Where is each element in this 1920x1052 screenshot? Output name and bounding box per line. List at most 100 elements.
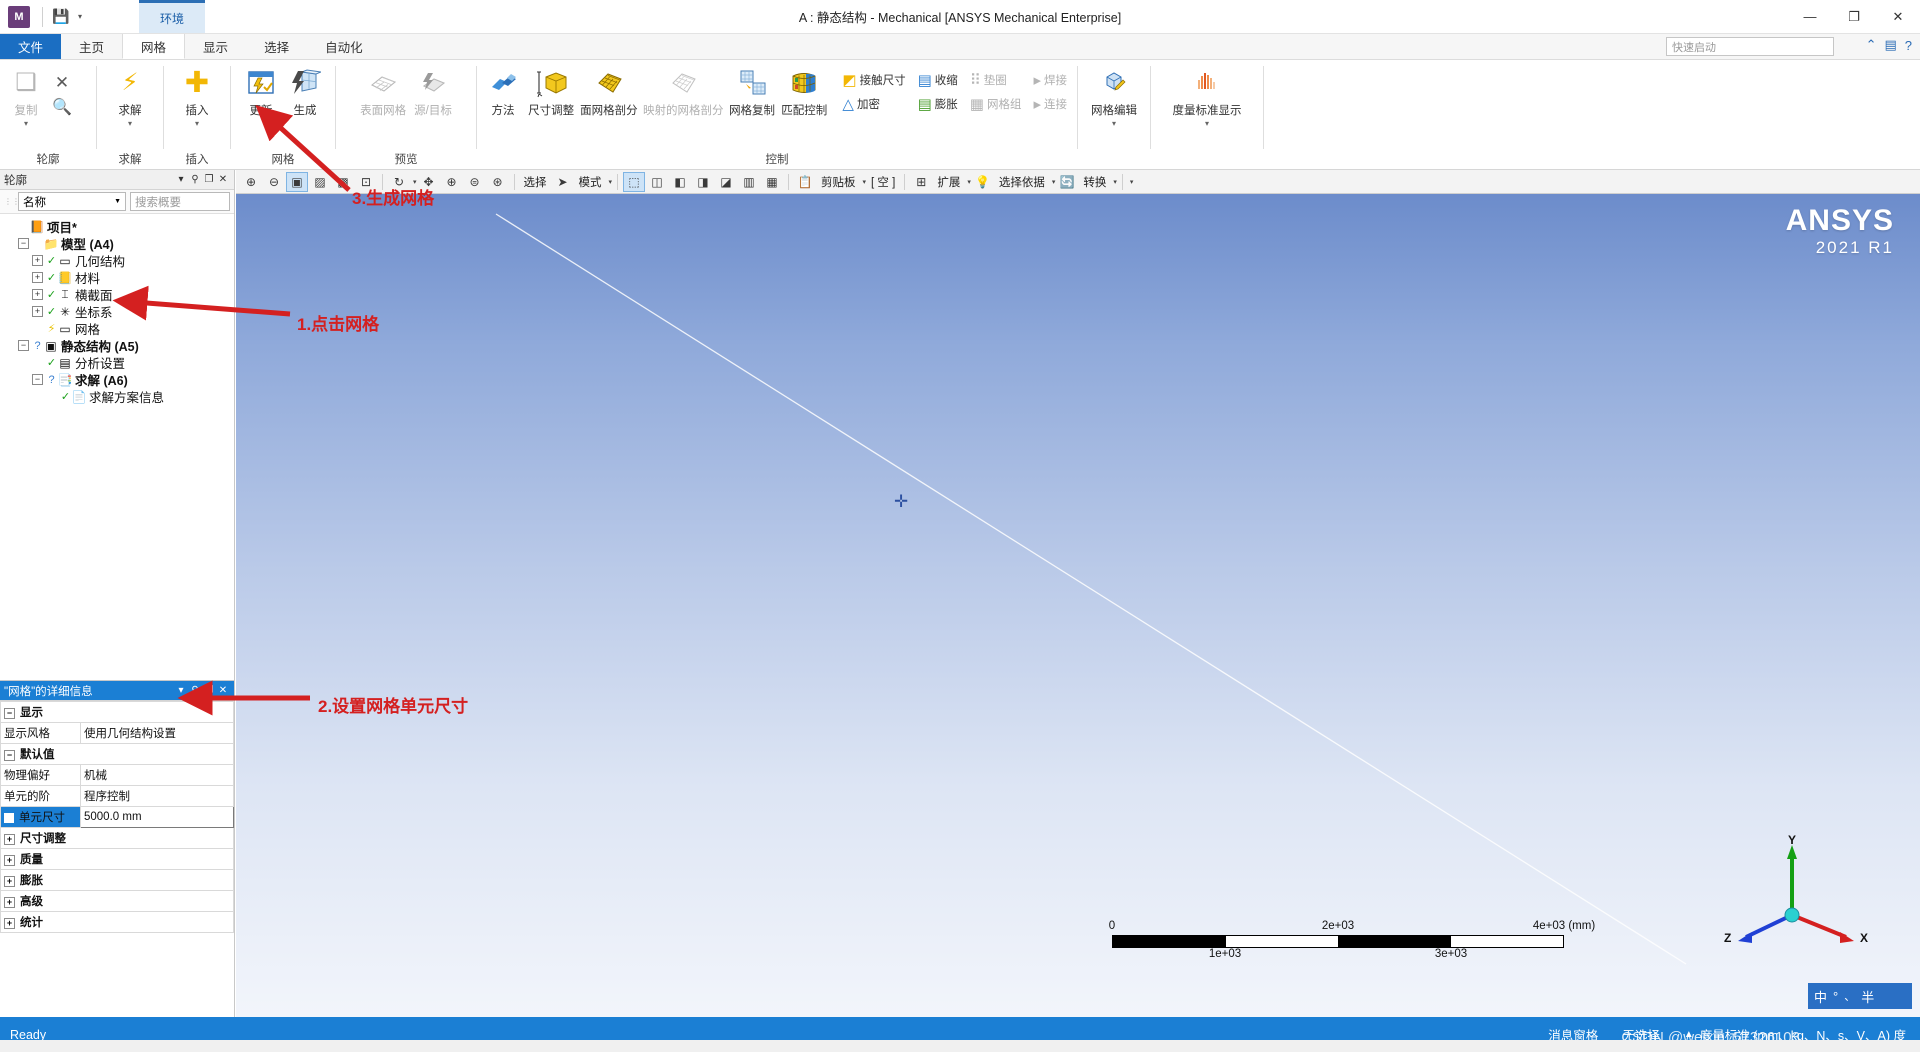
details-category[interactable]: + 统计 [0,911,234,933]
restore-icon[interactable]: ❐ [202,685,216,696]
tree-item[interactable]: ✓ ▤ 分析设置 [4,354,234,372]
tree-item[interactable]: − 📁 模型 (A4) [4,235,234,252]
inflation-button[interactable]: ▤ 膨胀 [912,92,964,116]
select-body-icon[interactable]: ◨ [692,172,714,192]
help-icon[interactable]: ? [1905,38,1912,53]
chevron-up-icon[interactable]: ⌃ [1866,37,1877,53]
solve-button[interactable]: ⚡ 求解 ▾ [108,64,152,129]
select-edge-icon[interactable]: ◫ [646,172,668,192]
face-meshing-button[interactable]: 面网格剖分 [577,64,640,118]
tree-expander-icon[interactable]: + [32,289,43,300]
select-element-icon[interactable]: ▥ [738,172,760,192]
generate-mesh-button[interactable]: 生成 [283,64,327,118]
tab-automation[interactable]: 自动化 [307,34,381,59]
select-by-label[interactable]: 选择依据 [995,174,1049,190]
pin-icon[interactable]: ⚲ [188,174,202,185]
details-row[interactable]: 物理偏好 机械 [0,764,234,786]
tree-item[interactable]: + ✓ ▭ 几何结构 [4,252,234,269]
orientation-degree-icon[interactable]: ° [1833,989,1838,1004]
details-row[interactable]: − 默认值 [0,743,234,765]
tab-display[interactable]: 显示 [185,34,246,59]
convert-icon[interactable]: 🔄 [1056,172,1078,192]
pin-icon[interactable]: ⚲ [188,685,202,696]
clipboard-label[interactable]: 剪贴板 [817,174,860,190]
axis-triad[interactable]: Y X Z [1724,833,1868,957]
outline-filter-select[interactable]: 名称 ▼ [18,192,126,211]
details-property-value[interactable]: 程序控制 [80,785,234,807]
mesh-edit-button[interactable]: 网格编辑 ▾ [1087,64,1141,128]
maximize-button[interactable]: ❐ [1832,0,1876,33]
dropdown-caret-icon[interactable]: ▾ [1112,119,1116,128]
sizing-button[interactable]: 尺寸调整 [525,64,577,118]
tree-expander-icon[interactable]: + [32,306,43,317]
details-category[interactable]: + 高级 [0,890,234,912]
metric-display-button[interactable]: 度量标准显示 ▾ [1169,64,1246,128]
pan-icon[interactable]: ▩ [332,172,354,192]
orientation-glyph-icon[interactable]: 中 [1814,987,1827,1006]
insert-button[interactable]: ✚ 插入 ▾ [175,64,219,128]
details-expander-icon[interactable]: + [4,834,15,845]
dropdown-caret-icon[interactable]: ▾ [128,119,132,128]
tab-home[interactable]: 主页 [61,34,122,59]
details-property-value[interactable]: 使用几何结构设置 [80,722,234,744]
refinement-button[interactable]: △ 加密 [836,92,911,116]
zoom-region-icon[interactable]: ⊛ [487,172,509,192]
details-expander-icon[interactable]: + [4,855,15,866]
box-zoom-icon[interactable]: ▣ [286,171,308,192]
save-icon[interactable]: 💾 [49,5,73,29]
quick-access-dropdown-icon[interactable]: ▾ [73,12,87,21]
details-checkbox[interactable] [4,812,14,823]
details-row[interactable]: 单元尺寸 5000.0 mm [0,806,234,828]
orientation-half-icon[interactable]: 半 [1861,987,1874,1006]
details-row[interactable]: − 显示 [0,701,234,723]
orientation-control[interactable]: 中 ° 、 半 [1808,983,1912,1009]
extend-icon[interactable]: ⊞ [910,172,932,192]
quick-launch-input[interactable]: 快速启动 [1666,37,1834,56]
tree-item[interactable]: 📙 项目* [4,218,234,236]
details-row[interactable]: 显示风格 使用几何结构设置 [0,722,234,744]
details-property-value[interactable]: 机械 [80,764,234,786]
close-icon[interactable]: ✕ [216,174,230,185]
tree-item[interactable]: −? 📑 求解 (A6) [4,371,234,388]
details-row[interactable]: + 统计 [0,911,234,933]
tree-item[interactable]: + ✓ ⌶ 横截面 [4,286,234,303]
details-category[interactable]: + 膨胀 [0,869,234,891]
clipboard-icon[interactable]: 📋 [794,172,816,192]
zoom-out-icon[interactable]: ⊖ [263,172,285,192]
tree-expander-icon[interactable]: − [18,340,29,351]
find-button[interactable]: 🔍 [48,94,76,120]
tab-mesh[interactable]: 网格 [122,34,186,59]
extend-label[interactable]: 扩展 [933,174,964,190]
convert-label[interactable]: 转换 [1079,174,1110,190]
tree-expander-icon[interactable]: − [18,238,29,249]
chevron-down-icon[interactable]: ▾ [609,178,613,186]
tree-expander-icon[interactable]: + [32,255,43,266]
tree-item[interactable]: −? ▣ 静态结构 (A5) [4,337,234,354]
graphics-viewport[interactable]: ANSYS 2021 R1 ✛ 0 2e+03 4e+03 (mm) 1e+03… [236,194,1920,1017]
select-node-icon[interactable]: ◪ [715,172,737,192]
details-expander-icon[interactable]: − [4,708,15,719]
details-category[interactable]: + 质量 [0,848,234,870]
update-mesh-button[interactable]: 更新 [239,64,283,118]
surface-mesh-button[interactable]: 表面网格 [356,64,410,118]
tree-item[interactable]: + ✓ 📒 材料 [4,269,234,286]
mesh-copy-button[interactable]: 网格复制 [726,64,778,118]
details-row[interactable]: 单元的阶 程序控制 [0,785,234,807]
details-expander-icon[interactable]: + [4,918,15,929]
select-all-icon[interactable]: ▦ [761,172,783,192]
tree-expander-icon[interactable]: − [32,374,43,385]
dropdown-caret-icon[interactable]: ▾ [24,119,28,128]
minimize-button[interactable]: — [1788,0,1832,33]
overflow-icon[interactable]: ▾ [1130,178,1134,186]
connect-button[interactable]: ▸ 连接 [1027,92,1073,116]
chevron-down-icon[interactable]: ▾ [174,174,188,185]
match-control-button[interactable]: 匹配控制 [778,64,830,118]
close-icon[interactable]: ✕ [216,685,230,696]
details-category[interactable]: + 尺寸调整 [0,827,234,849]
select-by-icon[interactable]: 💡 [972,172,994,192]
tree-item[interactable]: ⚡ ▭ 网格 [4,320,234,338]
details-row[interactable]: + 尺寸调整 [0,827,234,849]
dropdown-caret-icon[interactable]: ▾ [1205,119,1209,128]
details-property-value[interactable]: 5000.0 mm [80,806,234,828]
delete-button[interactable]: ✕ [48,68,76,94]
